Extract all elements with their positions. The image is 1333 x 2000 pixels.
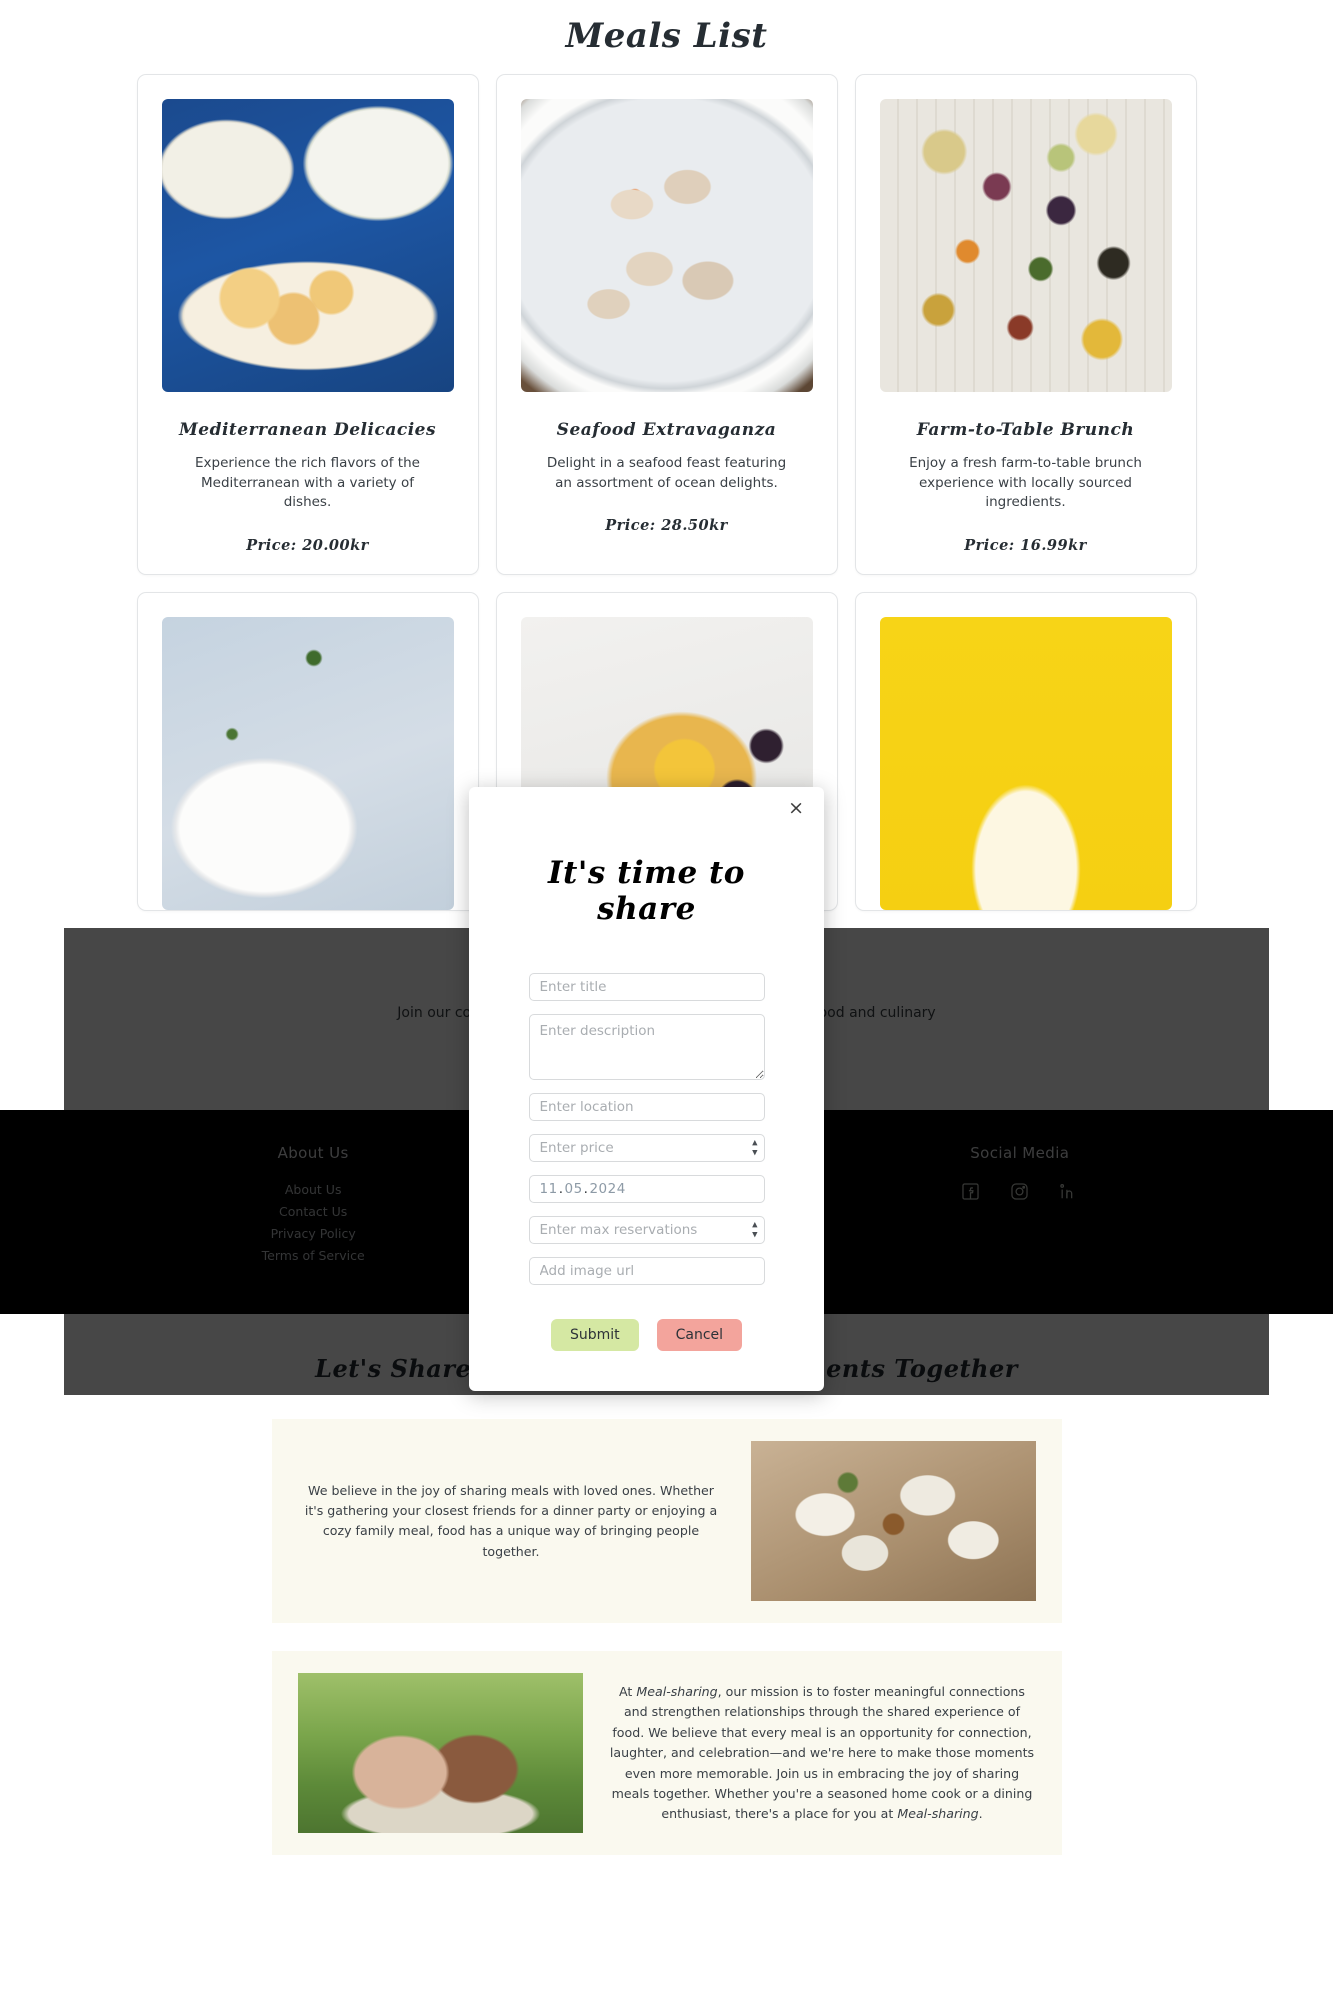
linkedin-icon[interactable] xyxy=(1059,1182,1078,1201)
price-input[interactable] xyxy=(528,1134,765,1162)
share-meal-form: ▲▼ 11 . 05 . 2024 ▲▼ xyxy=(528,973,765,1285)
meal-image xyxy=(161,99,454,392)
meals-grid: Mediterranean Delicacies Experience the … xyxy=(136,74,1197,575)
footer-about-heading: About Us xyxy=(277,1144,349,1163)
date-year[interactable]: 2024 xyxy=(589,1181,625,1197)
about-band-one: We believe in the joy of sharing meals w… xyxy=(271,1419,1062,1624)
max-reservations-stepper[interactable]: ▲▼ xyxy=(528,1216,765,1244)
cancel-button[interactable]: Cancel xyxy=(656,1319,743,1351)
footer-social-heading: Social Media xyxy=(970,1144,1070,1163)
meal-name: Seafood Extravaganza xyxy=(556,420,777,440)
description-input[interactable] xyxy=(528,1014,765,1080)
max-reservations-input[interactable] xyxy=(528,1216,765,1244)
friends-picnic-photo xyxy=(297,1673,583,1834)
meal-price: Price: 20.00kr xyxy=(246,536,369,554)
meal-image xyxy=(161,616,454,910)
meal-price: Price: 16.99kr xyxy=(964,536,1087,554)
date-separator-1: . xyxy=(558,1181,564,1197)
footer-link-contact-us[interactable]: Contact Us xyxy=(137,1204,490,1219)
date-month[interactable]: 05 xyxy=(564,1181,582,1197)
brand-name-1: Meal-sharing xyxy=(636,1684,718,1700)
meal-image xyxy=(520,99,813,392)
mission-text-part-1: At xyxy=(619,1684,637,1700)
date-input[interactable]: 11 . 05 . 2024 xyxy=(528,1175,765,1203)
close-icon[interactable]: × xyxy=(788,799,804,818)
brand-name-2: Meal-sharing xyxy=(897,1806,979,1822)
price-stepper[interactable]: ▲▼ xyxy=(528,1134,765,1162)
location-input[interactable] xyxy=(528,1093,765,1121)
facebook-icon[interactable] xyxy=(961,1182,980,1201)
mission-text-part-3: . xyxy=(978,1806,983,1822)
meal-image xyxy=(879,616,1172,910)
page-title: Meals List xyxy=(565,16,768,56)
submit-button[interactable]: Submit xyxy=(550,1319,639,1351)
mission-text-part-2: , our mission is to foster meaningful co… xyxy=(609,1684,1035,1822)
footer-link-privacy-policy[interactable]: Privacy Policy xyxy=(137,1226,490,1241)
footer-social-column: Social Media xyxy=(843,1144,1196,1270)
image-url-input[interactable] xyxy=(528,1257,765,1285)
footer-link-terms-of-service[interactable]: Terms of Service xyxy=(137,1248,490,1263)
meal-card[interactable]: Seafood Extravaganza Delight in a seafoo… xyxy=(495,74,838,575)
meal-price: Price: 28.50kr xyxy=(605,517,728,535)
meal-card[interactable]: Mediterranean Delicacies Experience the … xyxy=(136,74,479,575)
about-text-two: At Meal-sharing, our mission is to foste… xyxy=(609,1682,1036,1825)
meal-description: Enjoy a fresh farm-to-table brunch exper… xyxy=(909,455,1142,511)
modal-actions: Submit Cancel xyxy=(550,1319,743,1351)
footer-link-about-us[interactable]: About Us xyxy=(137,1182,490,1197)
meal-image xyxy=(879,99,1172,392)
about-band-two: At Meal-sharing, our mission is to foste… xyxy=(271,1651,1062,1856)
meal-description: Experience the rich flavors of the Medit… xyxy=(195,455,420,511)
meal-card[interactable] xyxy=(136,591,479,911)
meal-description: Delight in a seafood feast featuring an … xyxy=(546,455,787,491)
instagram-icon[interactable] xyxy=(1010,1182,1029,1201)
meal-name: Mediterranean Delicacies xyxy=(178,420,437,440)
date-separator-2: . xyxy=(583,1181,589,1197)
meal-card[interactable]: Farm-to-Table Brunch Enjoy a fresh farm-… xyxy=(854,74,1197,575)
footer-about-column: About Us About Us Contact Us Privacy Pol… xyxy=(137,1144,490,1270)
shared-dinner-table-photo xyxy=(750,1441,1036,1602)
about-text-one: We believe in the joy of sharing meals w… xyxy=(304,1482,718,1559)
meal-name: Farm-to-Table Brunch xyxy=(916,420,1135,440)
title-input[interactable] xyxy=(528,973,765,1001)
date-day[interactable]: 11 xyxy=(540,1181,558,1197)
meal-card[interactable] xyxy=(854,591,1197,911)
share-meal-modal: × It's time to share ▲▼ 11 . 05 . 2024 ▲… xyxy=(469,787,824,1391)
modal-title: It's time to share xyxy=(548,855,745,927)
